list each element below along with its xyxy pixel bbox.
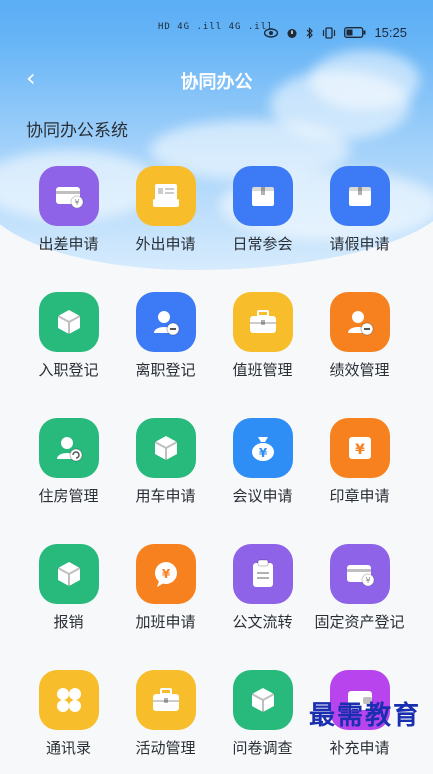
box-icon — [232, 166, 293, 226]
svg-text:¥: ¥ — [161, 567, 170, 581]
app-tile[interactable]: 活动管理 — [117, 670, 214, 774]
cube-icon — [135, 418, 196, 478]
clock-time: 15:25 — [374, 25, 407, 40]
app-label: 外出申请 — [135, 235, 196, 253]
svg-text:¥: ¥ — [258, 446, 267, 460]
app-tile[interactable]: 报销 — [20, 544, 117, 648]
briefcase-icon — [232, 292, 293, 352]
app-label: 问卷调查 — [232, 739, 293, 757]
signal-indicators: HD 4G .ill 4G .ill — [158, 22, 274, 32]
money-bag-icon: ¥ — [232, 418, 293, 478]
alarm-icon — [287, 28, 297, 38]
app-tile[interactable]: 日常参会 — [214, 166, 311, 270]
app-tile[interactable]: 值班管理 — [214, 292, 311, 396]
yen-box-icon: ¥ — [329, 418, 390, 478]
app-grid: ¥ 出差申请 外出申请 日常参会 请假申请入职登记 离职登记 值班管理 绩效管理住房管理 用车申… — [20, 166, 420, 774]
app-label: 公文流转 — [232, 613, 293, 631]
briefcase-icon — [135, 670, 196, 730]
bluetooth-icon — [307, 26, 314, 39]
cube-icon — [38, 292, 99, 352]
app-label: 值班管理 — [232, 361, 293, 379]
user-minus-icon — [135, 292, 196, 352]
app-tile[interactable]: ¥ 会议申请 — [214, 418, 311, 522]
app-label: 印章申请 — [329, 487, 390, 505]
app-tile[interactable]: 问卷调查 — [214, 670, 311, 774]
app-label: 加班申请 — [135, 613, 196, 631]
app-tile[interactable]: 绩效管理 — [311, 292, 408, 396]
user-minus-icon — [329, 292, 390, 352]
app-tile[interactable]: ¥ 加班申请 — [117, 544, 214, 648]
app-label: 日常参会 — [232, 235, 293, 253]
svg-text:¥: ¥ — [355, 442, 365, 458]
app-tile[interactable]: 入职登记 — [20, 292, 117, 396]
svg-text:¥: ¥ — [74, 198, 79, 207]
app-label: 用车申请 — [135, 487, 196, 505]
app-tile[interactable]: 离职登记 — [117, 292, 214, 396]
user-refresh-icon — [38, 418, 99, 478]
watermark: 最需教育 — [308, 701, 421, 731]
vibrate-icon — [323, 26, 336, 39]
app-label: 出差申请 — [38, 235, 99, 253]
app-tile[interactable]: 通讯录 — [20, 670, 117, 774]
eye-icon — [264, 27, 279, 38]
card-icon: ¥ — [38, 166, 99, 226]
card-icon: ¥ — [329, 544, 390, 604]
app-label: 报销 — [53, 613, 84, 631]
box-icon — [329, 166, 390, 226]
yen-chat-icon: ¥ — [135, 544, 196, 604]
cube-icon — [38, 544, 99, 604]
app-tile[interactable]: 公文流转 — [214, 544, 311, 648]
app-label: 绩效管理 — [329, 361, 390, 379]
app-label: 补充申请 — [329, 739, 390, 757]
nav-bar: ‹ 协同办公 — [0, 60, 433, 100]
app-label: 入职登记 — [38, 361, 99, 379]
app-label: 通讯录 — [45, 739, 91, 757]
app-label: 请假申请 — [329, 235, 390, 253]
section-title: 协同办公系统 — [26, 121, 128, 141]
app-tile[interactable]: 外出申请 — [117, 166, 214, 270]
app-label: 会议申请 — [232, 487, 293, 505]
app-label: 离职登记 — [135, 361, 196, 379]
app-tile[interactable]: ¥ 出差申请 — [20, 166, 117, 270]
grid-icon — [38, 670, 99, 730]
cube-icon — [232, 670, 293, 730]
svg-text:¥: ¥ — [365, 576, 370, 585]
clipboard-icon — [232, 544, 293, 604]
app-tile[interactable]: ¥ 印章申请 — [311, 418, 408, 522]
app-label: 活动管理 — [135, 739, 196, 757]
status-bar: HD 4G .ill 4G .ill 15:25 — [0, 0, 433, 62]
app-tile[interactable]: 住房管理 — [20, 418, 117, 522]
app-label: 住房管理 — [38, 487, 99, 505]
app-tile[interactable]: ¥ 固定资产登记 — [311, 544, 408, 648]
id-card-icon — [135, 166, 196, 226]
page-title: 协同办公 — [180, 72, 253, 93]
app-label: 固定资产登记 — [314, 613, 405, 631]
app-tile[interactable]: 请假申请 — [311, 166, 408, 270]
battery-icon — [344, 27, 366, 38]
app-tile[interactable]: 用车申请 — [117, 418, 214, 522]
